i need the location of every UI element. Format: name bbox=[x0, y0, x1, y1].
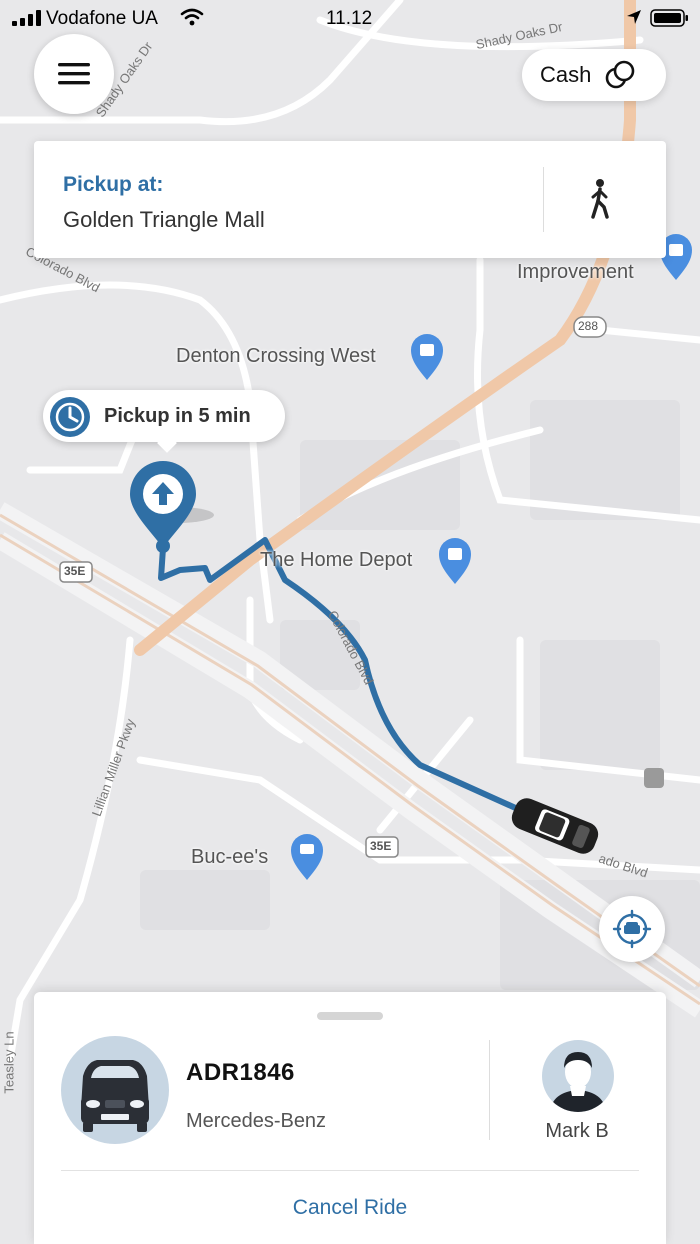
place-label-improvement[interactable]: Improvement bbox=[517, 261, 634, 284]
pickup-eta-text: Pickup in 5 min bbox=[104, 405, 251, 427]
car-avatar bbox=[61, 1036, 169, 1144]
sheet-drag-handle[interactable] bbox=[317, 1012, 383, 1020]
divider bbox=[61, 1170, 639, 1171]
payment-method-button[interactable]: Cash bbox=[522, 49, 666, 101]
car-front-icon bbox=[81, 1060, 149, 1132]
hamburger-menu-icon bbox=[58, 63, 90, 85]
driver-name: Mark B bbox=[545, 1120, 609, 1142]
location-arrow-icon bbox=[627, 10, 641, 24]
divider bbox=[543, 167, 544, 232]
car-model: Mercedes-Benz bbox=[186, 1110, 327, 1132]
highway-35e-label: 35E bbox=[64, 564, 86, 578]
highway-35e-label: 35E bbox=[370, 839, 392, 853]
carrier-name: Vodafone UA bbox=[46, 8, 158, 29]
battery-icon bbox=[650, 9, 688, 27]
pickup-label: Pickup at: bbox=[63, 173, 164, 196]
clock-time: 11.12 bbox=[326, 8, 373, 29]
place-label-denton-crossing[interactable]: Denton Crossing West bbox=[176, 345, 376, 368]
driver-person-icon bbox=[550, 1052, 606, 1112]
road-label-teasley: Teasley Ln bbox=[1, 1031, 17, 1094]
car-target-icon bbox=[612, 909, 652, 949]
place-label-home-depot[interactable]: The Home Depot bbox=[260, 549, 412, 572]
cancel-ride-button[interactable]: Cancel Ride bbox=[34, 1196, 666, 1220]
menu-button[interactable] bbox=[34, 34, 114, 114]
pickup-eta-bubble: Pickup in 5 min bbox=[43, 390, 285, 453]
wifi-icon bbox=[180, 8, 204, 26]
pickup-place-name: Golden Triangle Mall bbox=[63, 207, 265, 232]
coins-icon bbox=[606, 60, 635, 89]
divider bbox=[489, 1040, 490, 1140]
place-label-bucees[interactable]: Buc-ee's bbox=[191, 846, 268, 869]
walking-person-icon[interactable] bbox=[589, 179, 611, 219]
cellular-signal-icon bbox=[12, 10, 41, 26]
clock-icon bbox=[50, 397, 90, 437]
highway-288-label: 288 bbox=[578, 319, 599, 333]
locate-car-button[interactable] bbox=[599, 896, 665, 962]
payment-method-label: Cash bbox=[540, 62, 592, 87]
license-plate: ADR1846 bbox=[186, 1059, 295, 1086]
pickup-location-card[interactable]: Pickup at: Golden Triangle Mall bbox=[34, 141, 666, 258]
status-bar: Vodafone UA 11.12 bbox=[0, 0, 700, 36]
driver-avatar[interactable] bbox=[542, 1040, 614, 1112]
ride-details-sheet[interactable]: ADR1846 Mercedes-Benz Mark B Cancel Ride bbox=[34, 992, 666, 1244]
